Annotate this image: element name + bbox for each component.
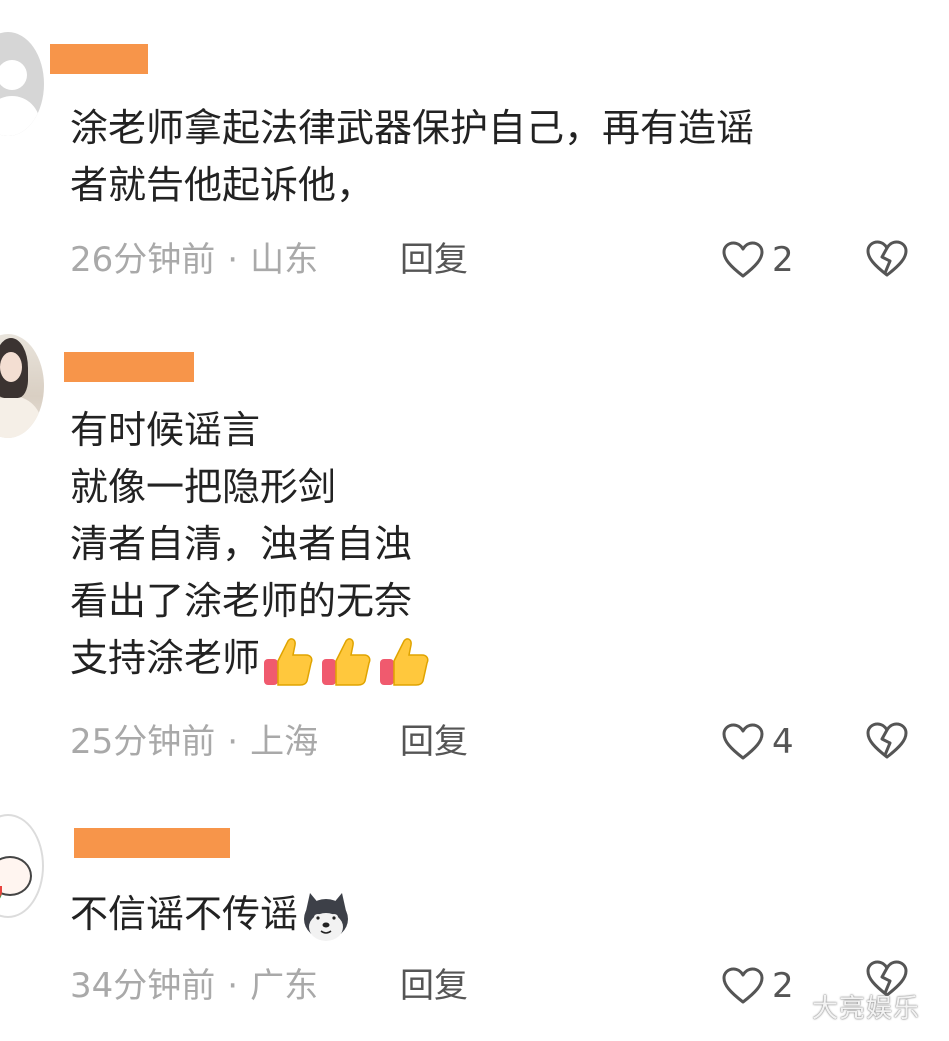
comment-line-text: 支持涂老师 [70,636,261,680]
avatar[interactable] [0,32,44,136]
comment-line: 看出了涂老师的无奈 [70,579,413,623]
comment-time: 26分钟前 [70,240,216,280]
dislike-button[interactable] [866,240,908,280]
comment-line: 涂老师拿起法律武器保护自己，再有造谣 [70,106,755,150]
comment-line: 清者自清，浊者自浊 [70,522,413,566]
husky-dog-emoji [298,889,354,945]
broken-heart-icon [866,240,908,277]
watermark: 大亮娱乐 [812,994,921,1024]
heart-outline-icon [722,241,764,278]
username-redaction [74,828,230,858]
comment-text: 有时候谣言 就像一把隐形剑 清者自清，浊者自浊 看出了涂老师的无奈 支持涂老师 [70,402,434,689]
comment-item: 有时候谣言 就像一把隐形剑 清者自清，浊者自浊 看出了涂老师的无奈 支持涂老师 [0,300,949,800]
avatar[interactable] [0,334,44,438]
reply-button[interactable]: 回复 [400,722,468,762]
comment-list: 涂老师拿起法律武器保护自己，再有造谣 者就告他起诉他， 26分钟前 · 山东 回复 … [0,0,949,1041]
default-avatar-head [0,60,27,90]
thumbs-up-emoji [318,633,374,689]
watermelon-icon [0,886,2,903]
comment-item: 涂老师拿起法律武器保护自己，再有造谣 者就告他起诉他， 26分钟前 · 山东 回复 … [0,0,949,300]
comment-location: 广东 [250,966,319,1006]
reply-button[interactable]: 回复 [400,240,468,280]
comment-meta: 34分钟前 · 广东 [70,966,318,1006]
meta-separator: · [227,722,239,762]
comment-time: 34分钟前 [70,966,216,1006]
like-button[interactable]: 2 [722,966,812,1006]
comment-line-text: 不信谣不传谣 [70,892,299,936]
meta-separator: · [227,240,239,280]
like-count: 2 [772,966,794,1006]
broken-heart-icon [866,722,908,759]
heart-outline-icon [722,723,764,760]
like-count: 4 [772,722,794,762]
avatar[interactable] [0,814,44,918]
comment-item: 不信谣不传谣 34分钟前 · 广东 回复 2 [0,800,949,1041]
comment-line: 支持涂老师 [70,630,434,689]
comment-text: 不信谣不传谣 [70,886,354,945]
default-avatar-body [0,96,40,136]
username-redaction [50,44,148,74]
thumbs-up-emoji [260,633,316,689]
comment-text: 涂老师拿起法律武器保护自己，再有造谣 者就告他起诉他， [70,100,754,214]
avatar-shirt [0,396,42,438]
meta-separator: · [227,966,239,1006]
thumbs-up-emoji [376,633,432,689]
comment-location: 上海 [250,722,319,762]
comment-line: 者就告他起诉他， [70,163,375,207]
avatar-face [0,352,22,382]
dislike-button[interactable] [866,722,908,762]
comment-time: 25分钟前 [70,722,216,762]
comment-meta: 26分钟前 · 山东 [70,240,318,280]
username-redaction [64,352,194,382]
comment-line: 不信谣不传谣 [70,886,354,945]
like-button[interactable]: 2 [722,240,812,280]
like-button[interactable]: 4 [722,722,812,762]
comment-line: 就像一把隐形剑 [70,465,337,509]
reply-button[interactable]: 回复 [400,966,468,1006]
comment-meta: 25分钟前 · 上海 [70,722,318,762]
comment-line: 有时候谣言 [70,408,261,452]
avatar-character [0,856,32,896]
comment-location: 山东 [250,240,319,280]
like-count: 2 [772,240,794,280]
heart-outline-icon [722,967,764,1004]
